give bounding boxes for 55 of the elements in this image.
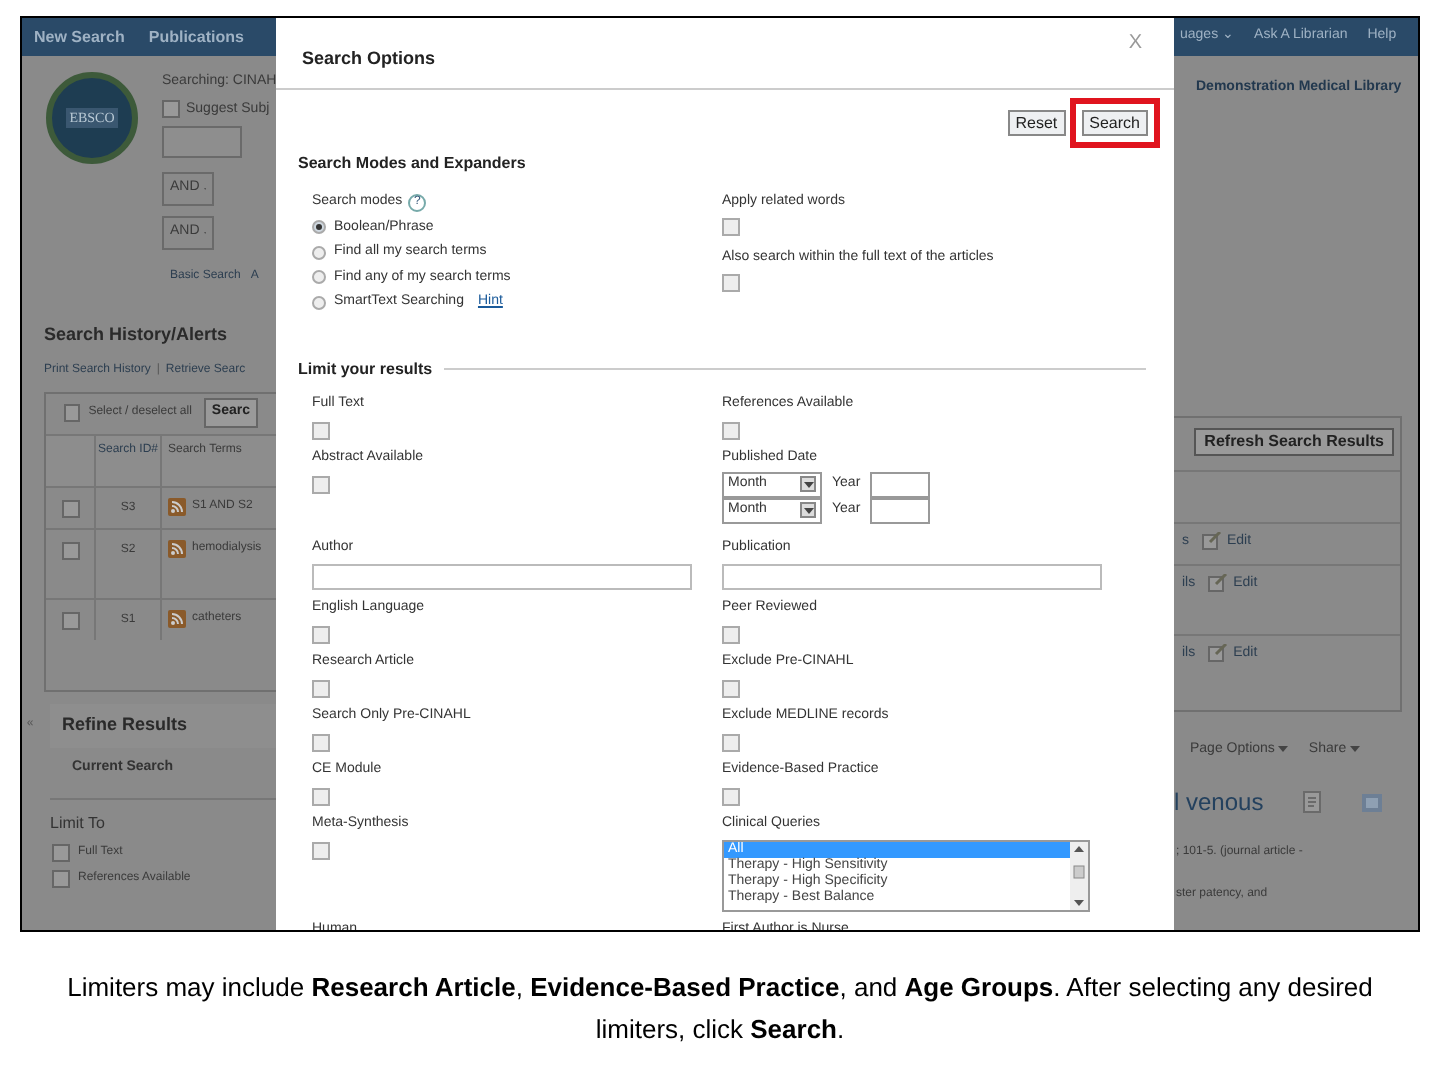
checkbox[interactable] xyxy=(64,404,81,422)
checkbox[interactable] xyxy=(61,611,79,629)
checkbox[interactable] xyxy=(52,870,70,888)
history-heading: Search History/Alerts xyxy=(42,322,230,348)
caption: Limiters may include Research Article, Evidence-Based Practice, and Age Groups. After selecting any desired limiters, click Search. xyxy=(65,970,1375,1048)
rss-icon xyxy=(168,497,186,515)
refine-heading: Refine Results xyxy=(50,703,276,747)
year-field[interactable] xyxy=(870,497,931,523)
edit-icon xyxy=(1207,574,1228,593)
checkbox[interactable] xyxy=(312,475,330,493)
refresh-button[interactable]: Refresh Search Results xyxy=(1194,427,1394,455)
reset-button[interactable]: Reset xyxy=(1007,110,1066,136)
edit-icon xyxy=(1207,644,1228,663)
checkbox[interactable] xyxy=(312,787,330,805)
rss-icon xyxy=(168,609,186,627)
checkbox[interactable] xyxy=(312,733,330,751)
checkbox[interactable] xyxy=(722,421,740,439)
checkbox[interactable] xyxy=(312,679,330,697)
edit-icon xyxy=(1201,532,1221,551)
section-heading: Search Modes and Expanders xyxy=(296,152,528,176)
result-title[interactable]: l venous xyxy=(1174,784,1264,820)
scrollbar-icon xyxy=(1070,841,1088,909)
caret-icon xyxy=(1278,746,1289,753)
nav-link[interactable]: Publications xyxy=(148,25,244,49)
checkbox[interactable] xyxy=(61,541,79,559)
text-field[interactable] xyxy=(312,563,692,589)
nav-link[interactable]: New Search xyxy=(34,25,125,49)
radio-button[interactable] xyxy=(312,245,326,260)
checkbox[interactable] xyxy=(162,100,180,119)
radio-button[interactable] xyxy=(312,295,326,310)
text-field[interactable] xyxy=(722,563,1102,589)
checkbox[interactable] xyxy=(61,499,79,517)
checkbox[interactable] xyxy=(722,679,740,697)
caret-icon xyxy=(803,481,813,487)
checkbox[interactable] xyxy=(312,625,330,643)
caret-icon xyxy=(803,507,813,513)
search-button[interactable]: Search xyxy=(1081,110,1148,136)
checkbox[interactable] xyxy=(722,787,740,805)
dialog-title: Search Options xyxy=(302,45,436,72)
checkbox[interactable] xyxy=(722,733,740,751)
rss-icon xyxy=(168,539,186,557)
radio-button[interactable] xyxy=(312,270,326,285)
section-heading: Limit your results xyxy=(298,357,433,381)
checkbox[interactable] xyxy=(722,625,740,643)
checkbox[interactable] xyxy=(722,274,740,292)
checkbox[interactable] xyxy=(52,844,70,862)
search-field[interactable] xyxy=(162,126,242,158)
caret-icon xyxy=(1350,746,1361,753)
checkbox[interactable] xyxy=(312,841,330,859)
checkbox[interactable] xyxy=(312,421,330,439)
document-icon xyxy=(1299,790,1324,814)
close-button[interactable]: X xyxy=(1128,28,1142,58)
checkbox[interactable] xyxy=(722,218,740,236)
year-field[interactable] xyxy=(870,471,931,497)
radio-button[interactable] xyxy=(312,220,326,235)
